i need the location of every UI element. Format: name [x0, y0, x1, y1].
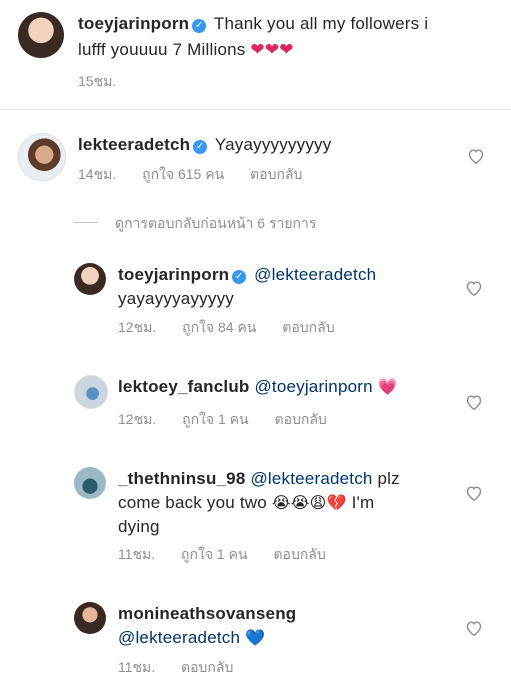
post-caption: toeyjarinporn ✓ Thank you all my follower… [0, 0, 511, 110]
comment-likes[interactable]: ถูกใจ 615 คน [142, 166, 224, 182]
reply-body: _thethninsu_98 @lekteeradetch plz [118, 469, 400, 488]
reply-button[interactable]: ตอบกลับ [250, 166, 302, 182]
heart-outline-icon[interactable] [465, 280, 483, 296]
reply-username[interactable]: monineathsovanseng [118, 604, 296, 623]
verified-badge-icon: ✓ [193, 140, 208, 154]
heart-outline-icon[interactable] [465, 394, 483, 410]
caption-line1: Thank you all my followers i [213, 14, 429, 33]
red-heart-emoji-icon: ❤❤❤ [250, 40, 294, 59]
reply-meta: 11ชม. ตอบกลับ [118, 658, 255, 676]
reply-likes[interactable]: ถูกใจ 84 คน [182, 319, 256, 335]
reply-mention[interactable]: @lekteeradetch [254, 265, 376, 284]
reply-time: 11ชม. [118, 659, 156, 675]
view-previous-replies-button[interactable]: ดูการตอบกลับก่อนหน้า 6 รายการ [115, 213, 316, 235]
reply-meta: 12ชม. ถูกใจ 84 คน ตอบกลับ [118, 318, 357, 336]
comment-text: Yayayyyyyyyyy [214, 135, 332, 154]
reply-mention[interactable]: @toeyjarinporn [254, 377, 372, 396]
pink-heart-emoji-icon: 💗 [377, 377, 398, 396]
reply-avatar[interactable] [74, 467, 106, 499]
view-replies-line [74, 222, 98, 223]
reply-time: 12ชม. [118, 411, 157, 427]
reply-avatar[interactable] [74, 375, 108, 409]
reply-body: lektoey_fanclub @toeyjarinporn 💗 [118, 375, 398, 398]
reply-username[interactable]: toeyjarinporn [118, 265, 229, 284]
comment-time: 14ชม. [78, 166, 117, 182]
reply-time: 12ชม. [118, 319, 157, 335]
reply-body: toeyjarinporn ✓ @lekteeradetch [118, 263, 376, 286]
heart-outline-icon[interactable] [467, 148, 485, 164]
reply-button[interactable]: ตอบกลับ [273, 546, 325, 562]
reply-body: monineathsovanseng [118, 602, 296, 625]
blue-heart-emoji-icon: 💙 [245, 628, 266, 647]
reply-meta: 12ชม. ถูกใจ 1 คน ตอบกลับ [118, 410, 349, 428]
reply-text: yayayyyayyyyy [118, 289, 234, 308]
caption-text-line2: lufff youuuu 7 Millions ❤❤❤ [78, 40, 294, 59]
caption-time: 15ชม. [78, 73, 117, 89]
heart-outline-icon[interactable] [465, 485, 483, 501]
caption-username[interactable]: toeyjarinporn [78, 14, 189, 33]
crying-emoji-icon: 😭😭😩💔 [271, 493, 347, 512]
verified-badge-icon: ✓ [192, 19, 207, 33]
reply-likes[interactable]: ถูกใจ 1 คน [182, 411, 249, 427]
reply-text: come back you two 😭😭😩💔 I'm [118, 493, 375, 512]
reply-username[interactable]: _thethninsu_98 [118, 469, 246, 488]
comment-body: lekteeradetch ✓ Yayayyyyyyyyy [78, 133, 331, 156]
comment-meta: 14ชม. ถูกใจ 615 คน ตอบกลับ [78, 165, 324, 183]
reply-mention[interactable]: @lekteeradetch [250, 469, 372, 488]
comment-avatar[interactable] [18, 133, 66, 181]
reply-username[interactable]: lektoey_fanclub [118, 377, 250, 396]
caption-text: toeyjarinporn ✓ Thank you all my follower… [78, 12, 428, 35]
heart-outline-icon[interactable] [465, 620, 483, 636]
reply-button[interactable]: ตอบกลับ [181, 659, 233, 675]
verified-badge-icon: ✓ [232, 270, 247, 284]
reply-meta: 11ชม. ถูกใจ 1 คน ตอบกลับ [118, 545, 348, 563]
caption-avatar[interactable] [18, 12, 64, 58]
reply-time: 11ชม. [118, 546, 156, 562]
reply-button[interactable]: ตอบกลับ [282, 319, 334, 335]
reply-avatar[interactable] [74, 263, 106, 295]
reply-button[interactable]: ตอบกลับ [274, 411, 326, 427]
reply-text: dying [118, 517, 160, 536]
reply-likes[interactable]: ถูกใจ 1 คน [181, 546, 248, 562]
reply-avatar[interactable] [74, 602, 106, 634]
reply-text: @lekteeradetch 💙 [118, 626, 265, 649]
reply-mention[interactable]: @lekteeradetch [118, 628, 240, 647]
comment-username[interactable]: lekteeradetch [78, 135, 190, 154]
